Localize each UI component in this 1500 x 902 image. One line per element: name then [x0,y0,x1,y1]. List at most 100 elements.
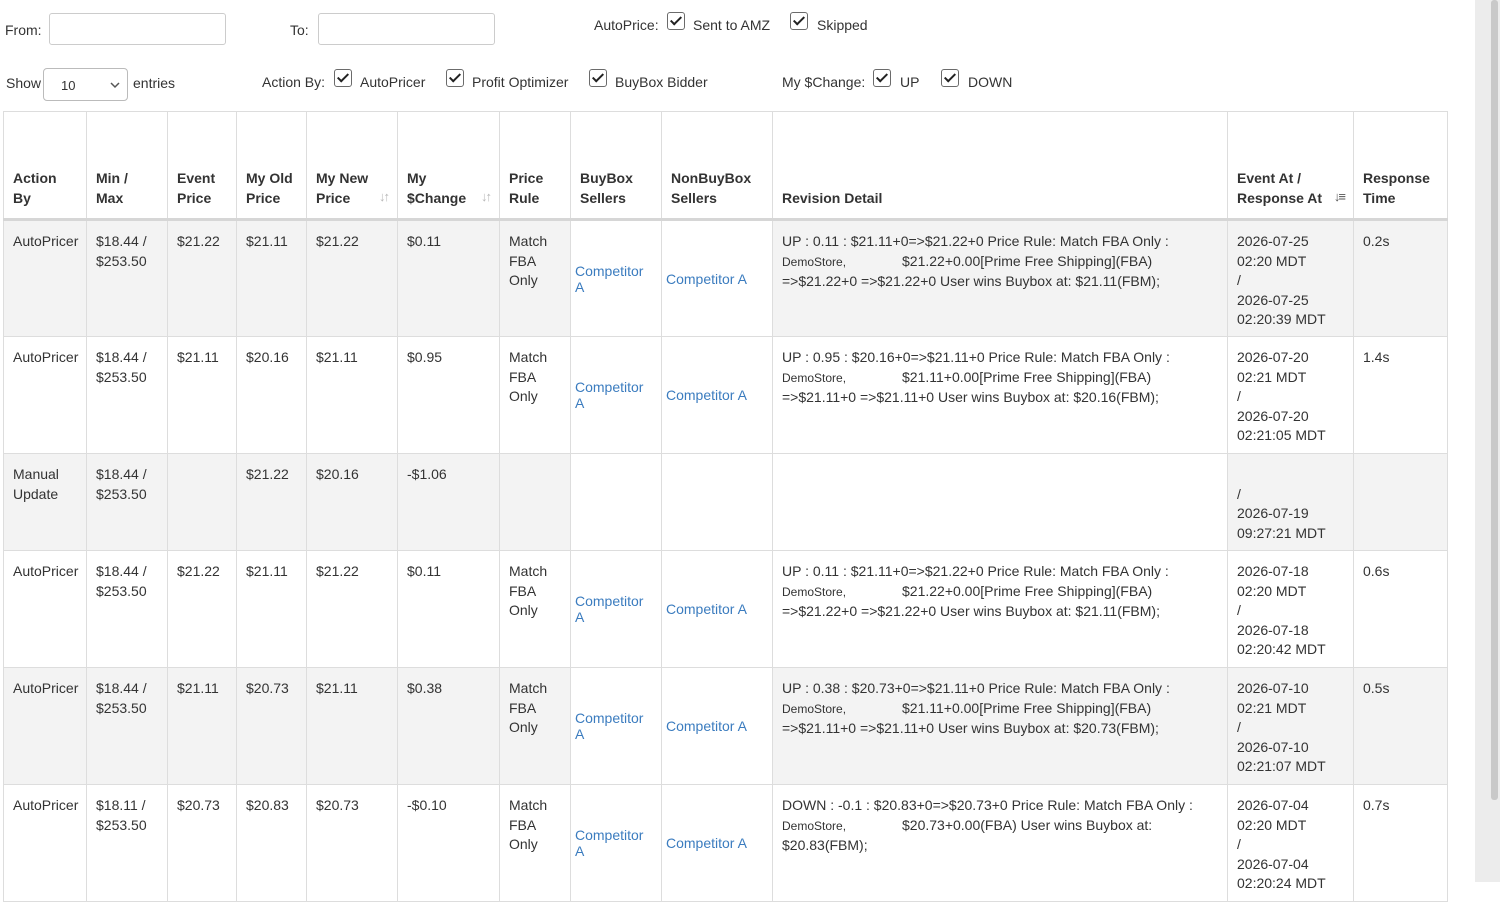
nonbuybox-seller-link[interactable]: Competitor A [666,271,763,287]
response-time-cell: 0.6s [1363,563,1390,579]
response-time-cell: 0.5s [1363,680,1390,696]
max-price: $253.50 [96,699,147,716]
autoprice-label: AutoPrice: [594,17,659,33]
table-row: AutoPricer $18.44 / $253.50 $21.22 $21.11 $21… [3,550,1448,668]
nonbuybox-seller-link[interactable]: Competitor A [666,835,763,851]
old-price-cell: $21.22 [246,466,289,482]
response-at: 2026-07-20 02:21:05 MDT [1237,407,1326,444]
buybox-bidder-checkbox[interactable] [589,69,607,87]
response-time-cell: 0.7s [1363,797,1390,813]
skipped-checkbox[interactable] [790,12,808,30]
change-cell: -$0.10 [407,797,447,813]
revision-line: $21.22+0.00[Prime Free Shipping](FBA) [902,582,1153,599]
to-date-input[interactable] [318,13,495,45]
min-price: $18.44 / [96,349,147,365]
header-event-price[interactable]: Event Price [167,111,237,221]
revision-line: $20.83(FBM); [782,837,868,853]
min-price: $18.44 / [96,563,147,579]
new-price-cell: $21.11 [316,680,358,696]
buybox-seller-link[interactable]: Competitor A [575,379,652,411]
response-at: 2026-07-10 02:21:07 MDT [1237,738,1326,775]
buybox-seller-link[interactable]: Competitor A [575,710,652,742]
event-at: 2026-07-18 02:20 MDT [1237,563,1309,599]
store-name: DemoStore, [782,254,847,269]
buybox-seller-link[interactable]: Competitor A [575,827,652,859]
sort-icon: ↓↑ [379,188,390,204]
autopricer-checkbox[interactable] [334,69,352,87]
skipped-label: Skipped [817,17,868,33]
max-price: $253.50 [96,252,147,269]
change-cell: $0.95 [407,349,443,365]
event-at: 2026-07-25 02:20 MDT [1237,233,1309,269]
time-separator: / [1237,272,1241,288]
profit-optimizer-label: Profit Optimizer [472,74,569,90]
action-by-cell: AutoPricer [13,680,79,696]
response-at: 2026-07-19 09:27:21 MDT [1237,505,1326,541]
change-cell: $0.38 [407,680,443,696]
header-price-rule[interactable]: Price Rule [499,111,571,221]
header-revision-detail[interactable]: Revision Detail [772,111,1228,221]
buybox-seller-link[interactable]: Competitor A [575,593,652,625]
response-at: 2026-07-25 02:20:39 MDT [1237,291,1326,328]
price-rule-cell: Match FBA Only [509,233,548,288]
response-at: 2026-07-04 02:20:24 MDT [1237,855,1326,892]
header-my-change[interactable]: My $Change ↓↑ [397,111,500,221]
up-label: UP [900,74,920,90]
entries-select-value: 10 [61,78,76,93]
revision-line: UP : 0.95 : $20.16+0=>$21.11+0 Price Rul… [782,349,1170,365]
old-price-cell: $21.11 [246,233,288,249]
response-at: 2026-07-18 02:20:42 MDT [1237,621,1326,658]
revision-line: $20.73+0.00(FBA) User wins Buybox at: [902,816,1153,833]
header-event-at[interactable]: Event At / Response At ↓≡ [1227,111,1354,221]
event-price-cell: $21.11 [177,349,219,365]
header-my-new-price[interactable]: My New Price ↓↑ [306,111,398,221]
nonbuybox-seller-link[interactable]: Competitor A [666,387,763,403]
new-price-cell: $21.22 [316,233,359,249]
revision-line: =>$21.22+0 =>$21.22+0 User wins Buybox a… [782,273,1160,289]
header-min-max[interactable]: Min / Max [86,111,168,221]
action-by-cell: AutoPricer [13,563,79,579]
revision-line: DOWN : -0.1 : $20.83+0=>$20.73+0 Price R… [782,797,1193,813]
time-separator: / [1237,602,1241,618]
scrollbar-thumb[interactable] [1491,0,1498,800]
price-rule-cell: Match FBA Only [509,563,548,618]
sent-to-amz-checkbox[interactable] [667,12,685,30]
buybox-seller-link[interactable]: Competitor A [575,263,652,295]
up-checkbox[interactable] [873,69,891,87]
to-label: To: [290,22,309,38]
nonbuybox-seller-link[interactable]: Competitor A [666,718,763,734]
chevron-down-icon [109,75,121,98]
show-label: Show [6,75,42,91]
autopricer-label: AutoPricer [360,74,426,90]
revision-line: $21.11+0.00[Prime Free Shipping](FBA) [902,368,1152,385]
revision-line: $21.22+0.00[Prime Free Shipping](FBA) [902,252,1153,269]
revision-line: =>$21.11+0 =>$21.11+0 User wins Buybox a… [782,389,1159,405]
event-at: 2026-07-20 02:21 MDT [1237,349,1309,385]
from-date-input[interactable] [49,13,226,45]
store-name: DemoStore, [782,818,847,833]
price-history-table: Action By Min / Max Event Price My Old P… [3,111,1448,902]
table-row: AutoPricer $18.44 / $253.50 $21.22 $21.11 $21… [3,219,1448,337]
min-price: $18.11 / [96,797,146,813]
header-action-by[interactable]: Action By [3,111,87,221]
header-response-time[interactable]: Response Time [1353,111,1448,221]
action-by-cell: AutoPricer [13,233,79,249]
time-separator: / [1237,485,1241,502]
nonbuybox-seller-link[interactable]: Competitor A [666,601,763,617]
time-separator: / [1237,836,1241,852]
response-time-cell: 0.2s [1363,233,1390,249]
time-separator: / [1237,719,1241,735]
min-price: $18.44 / [96,466,147,482]
revision-line: UP : 0.38 : $20.73+0=>$21.11+0 Price Rul… [782,680,1170,696]
header-buybox-sellers[interactable]: BuyBox Sellers [570,111,662,221]
price-rule-cell: Match FBA Only [509,680,548,735]
header-my-old-price[interactable]: My Old Price [236,111,307,221]
profit-optimizer-checkbox[interactable] [446,69,464,87]
old-price-cell: $20.16 [246,349,289,365]
header-nonbuybox-sellers[interactable]: NonBuyBox Sellers [661,111,773,221]
entries-select[interactable]: 10 [43,68,128,101]
down-label: DOWN [968,74,1013,90]
event-price-cell: $21.22 [177,563,220,579]
old-price-cell: $21.11 [246,563,288,579]
down-checkbox[interactable] [941,69,959,87]
